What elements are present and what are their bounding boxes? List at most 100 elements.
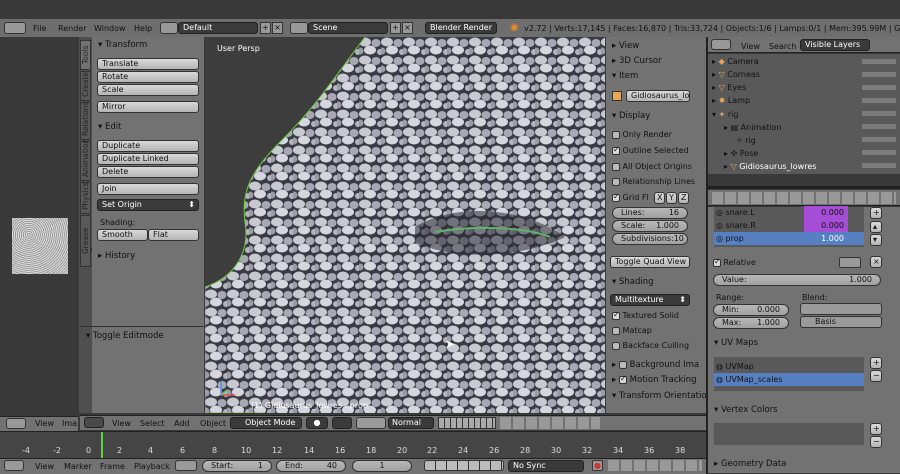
render-engine-selector[interactable]: Blender Render bbox=[425, 22, 497, 34]
timeline-playback-menu[interactable]: Playback bbox=[134, 462, 170, 471]
background-images-panel-title[interactable]: ▸ Background Ima bbox=[612, 360, 699, 370]
scene-add-icon[interactable]: + bbox=[390, 22, 401, 34]
layout-icon[interactable] bbox=[160, 22, 178, 34]
properties-context-tabs[interactable] bbox=[712, 192, 896, 204]
translate-button[interactable]: Translate bbox=[97, 58, 199, 70]
toggle-editmode-title[interactable]: ▾ Toggle Editmode bbox=[86, 331, 164, 341]
viewport-view-menu[interactable]: View bbox=[112, 419, 131, 428]
backface-culling-checkbox[interactable]: Backface Culling bbox=[612, 341, 689, 350]
outliner-item-animation[interactable]: ▸ ▤ Animation bbox=[724, 121, 781, 134]
outliner-item-corneas[interactable]: ▸ ▽ Corneas bbox=[712, 68, 760, 81]
set-origin-dropdown[interactable]: Set Origin ⬍ bbox=[97, 199, 199, 211]
rotate-button[interactable]: Rotate bbox=[97, 71, 199, 83]
shading-panel-title[interactable]: ▾ Shading bbox=[612, 277, 654, 287]
layout-selector[interactable]: Default bbox=[178, 22, 258, 34]
tab-grease-pencil[interactable]: Grease Pencil bbox=[80, 215, 99, 267]
viewport-shading-selector[interactable]: ● bbox=[306, 417, 328, 429]
smooth-shading-button[interactable]: Smooth bbox=[97, 229, 148, 241]
transform-panel-title[interactable]: ▾ Transform bbox=[98, 40, 147, 50]
start-frame-field[interactable]: Start: 1 bbox=[202, 460, 272, 472]
outliner-restriction-columns[interactable] bbox=[862, 56, 896, 172]
outliner-item-rig-data[interactable]: ✧ rig bbox=[736, 134, 756, 147]
outliner-item-eyes[interactable]: ▸ ▽ Eyes bbox=[712, 81, 746, 94]
uv-map-add-button[interactable]: + bbox=[870, 357, 882, 369]
scene-icon[interactable] bbox=[290, 22, 308, 34]
grid-lines-field[interactable]: Lines: 16 bbox=[612, 207, 688, 219]
header-tool-icons[interactable] bbox=[500, 417, 600, 429]
timeline-marker-menu[interactable]: Marker bbox=[64, 462, 92, 471]
shape-key-snare-l[interactable]: ◎ snare.L 0.000 bbox=[716, 206, 862, 219]
tab-relations[interactable]: Relations bbox=[80, 102, 91, 140]
join-button[interactable]: Join bbox=[97, 183, 199, 195]
shape-key-add-button[interactable]: + bbox=[870, 207, 882, 219]
outliner-editor-type-icon[interactable] bbox=[711, 39, 731, 50]
image-editor-image-menu[interactable]: Ima bbox=[62, 419, 77, 428]
uv-maps-panel-title[interactable]: ▾ UV Maps bbox=[714, 338, 758, 348]
grid-scale-field[interactable]: Scale: 1.000 bbox=[612, 220, 688, 232]
shape-key-value[interactable]: 0.000 bbox=[804, 219, 848, 232]
duplicate-linked-button[interactable]: Duplicate Linked bbox=[97, 153, 199, 165]
outliner-filter-dropdown[interactable]: Visible Layers bbox=[800, 39, 870, 51]
grid-subdivisions-field[interactable]: Subdivisions: 10 bbox=[612, 233, 688, 245]
manipulator-icons[interactable] bbox=[356, 417, 386, 429]
shape-key-down-button[interactable]: ▾ bbox=[870, 234, 882, 246]
preview-range-icon[interactable] bbox=[175, 460, 197, 471]
motion-tracking-panel-title[interactable]: ▸ Motion Tracking bbox=[612, 375, 697, 385]
tab-create[interactable]: Create bbox=[80, 71, 91, 101]
uv-map-item[interactable]: ◍ UVMap bbox=[716, 360, 862, 373]
shape-key-value[interactable]: 1.000 bbox=[804, 232, 848, 245]
shape-key-prop[interactable]: ◎ prop 1.000 bbox=[714, 232, 864, 245]
cursor-panel-title[interactable]: ▸ 3D Cursor bbox=[612, 56, 662, 66]
vertex-color-add-button[interactable]: + bbox=[870, 423, 882, 435]
scene-remove-icon[interactable]: × bbox=[402, 22, 413, 34]
textured-solid-checkbox[interactable]: Textured Solid bbox=[612, 311, 679, 320]
view-panel-title[interactable]: ▸ View bbox=[612, 41, 639, 51]
shape-key-pin-icon[interactable] bbox=[839, 257, 861, 268]
record-icon[interactable]: ● bbox=[592, 460, 603, 471]
edit-panel-title[interactable]: ▾ Edit bbox=[98, 122, 121, 132]
outliner-search-menu[interactable]: Search bbox=[769, 42, 796, 51]
layout-add-icon[interactable]: + bbox=[260, 22, 271, 34]
outliner-item-camera[interactable]: ▸ ◆ Camera bbox=[712, 55, 759, 68]
file-menu[interactable]: File bbox=[33, 24, 46, 33]
flat-shading-button[interactable]: Flat bbox=[148, 229, 199, 241]
sync-mode-dropdown[interactable]: No Sync bbox=[508, 460, 584, 472]
grid-axis-y-toggle[interactable]: Y bbox=[666, 192, 677, 204]
outliner-item-gidiosaurus-lowres[interactable]: ▸ ▽ Gidiosaurus_lowres bbox=[724, 160, 816, 173]
duplicate-button[interactable]: Duplicate bbox=[97, 140, 199, 152]
keying-icons[interactable] bbox=[608, 460, 702, 471]
end-frame-field[interactable]: End: 40 bbox=[276, 460, 346, 472]
uv-map-remove-button[interactable]: − bbox=[870, 370, 882, 382]
outliner-item-lamp[interactable]: ▸ ✸ Lamp bbox=[712, 94, 750, 107]
toggle-quad-view-button[interactable]: Toggle Quad View bbox=[610, 256, 690, 268]
shape-key-value[interactable]: 0.000 bbox=[804, 206, 848, 219]
render-menu[interactable]: Render bbox=[58, 24, 86, 33]
timeline-view-menu[interactable]: View bbox=[35, 462, 54, 471]
outline-selected-checkbox[interactable]: Outline Selected bbox=[612, 146, 689, 155]
vertex-color-remove-button[interactable]: − bbox=[870, 436, 882, 448]
image-editor-view-menu[interactable]: View bbox=[35, 419, 54, 428]
pivot-selector[interactable] bbox=[332, 417, 352, 429]
shape-key-up-button[interactable]: ▴ bbox=[870, 221, 882, 233]
3d-viewport[interactable]: User Persp (1) Gidiosaurus_lowres : prop… bbox=[205, 37, 605, 413]
matcap-checkbox[interactable]: Matcap bbox=[612, 326, 652, 335]
layer-buttons[interactable] bbox=[438, 417, 496, 429]
blend-vertex-group-field[interactable] bbox=[800, 303, 882, 315]
timeline-editor-type-icon[interactable] bbox=[4, 460, 24, 471]
outliner-item-rig[interactable]: ▾ ✦ rig bbox=[712, 108, 738, 121]
only-render-checkbox[interactable]: Only Render bbox=[612, 130, 672, 139]
horizontal-splitter[interactable] bbox=[708, 186, 900, 189]
timeline-frame-menu[interactable]: Frame bbox=[100, 462, 125, 471]
shape-value-field[interactable]: Value: 1.000 bbox=[713, 274, 881, 286]
layout-remove-icon[interactable]: × bbox=[272, 22, 283, 34]
editor-type-icon-left[interactable] bbox=[6, 418, 26, 429]
current-frame-field[interactable]: 1 bbox=[352, 460, 412, 472]
range-max-field[interactable]: Max: 1.000 bbox=[713, 317, 789, 329]
orientation-selector[interactable]: Normal bbox=[388, 417, 434, 429]
shape-key-snare-r[interactable]: ◎ snare.R 0.000 bbox=[716, 219, 862, 232]
vertex-colors-panel-title[interactable]: ▾ Vertex Colors bbox=[714, 405, 778, 415]
uv-map-scales-item[interactable]: ◍ UVMap_scales bbox=[714, 373, 864, 386]
tab-tools[interactable]: Tools bbox=[80, 40, 91, 70]
mode-selector[interactable]: Object Mode bbox=[230, 417, 302, 429]
help-menu[interactable]: Help bbox=[134, 24, 152, 33]
